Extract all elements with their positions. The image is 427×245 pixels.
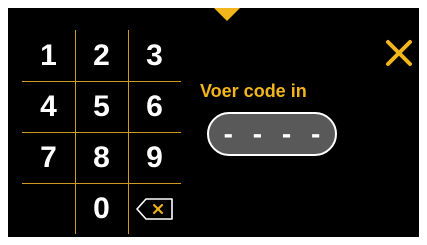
code-entry-label: Voer code in (200, 81, 307, 101)
key-9[interactable]: 9 (128, 132, 181, 183)
code-entry-screen: 1 2 3 4 5 6 7 8 9 0 Voer code in - - - - (8, 8, 419, 237)
key-8[interactable]: 8 (75, 132, 128, 183)
key-7[interactable]: 7 (22, 132, 75, 183)
caret-down-icon[interactable] (214, 8, 240, 21)
key-0[interactable]: 0 (75, 183, 128, 234)
key-5[interactable]: 5 (75, 81, 128, 132)
close-button[interactable] (384, 38, 414, 68)
backspace-icon (135, 197, 173, 220)
key-6[interactable]: 6 (128, 81, 181, 132)
key-4[interactable]: 4 (22, 81, 75, 132)
numeric-keypad: 1 2 3 4 5 6 7 8 9 0 (22, 30, 181, 234)
key-3[interactable]: 3 (128, 30, 181, 81)
backspace-button[interactable] (128, 183, 181, 234)
key-2[interactable]: 2 (75, 30, 128, 81)
key-1[interactable]: 1 (22, 30, 75, 81)
code-input[interactable]: - - - - (207, 112, 337, 156)
close-icon (386, 40, 412, 66)
